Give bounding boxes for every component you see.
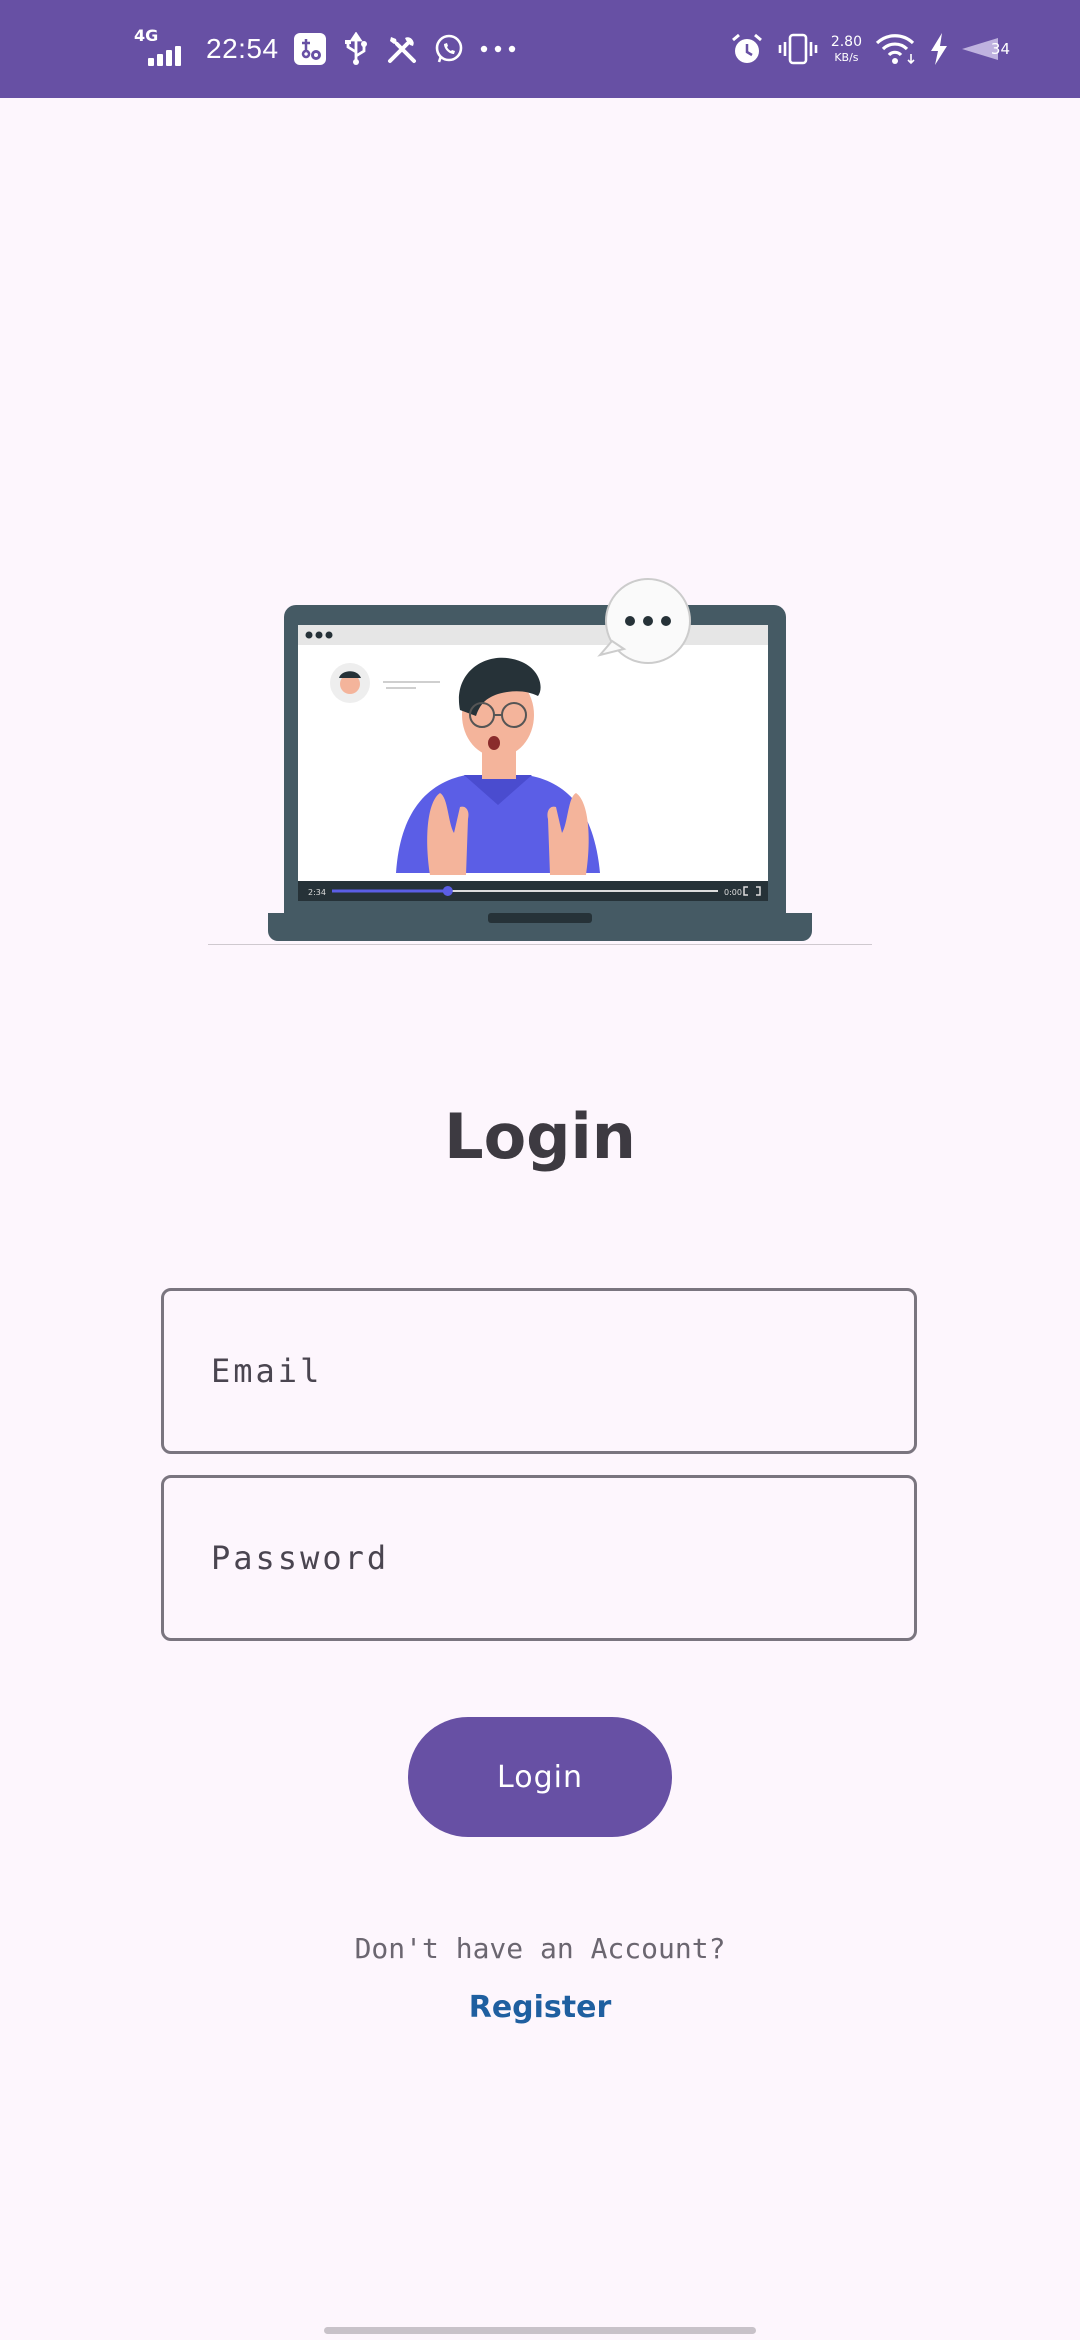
no-account-prompt: Don't have an Account? [354,1932,726,1965]
wifi-icon [874,32,916,66]
cellular-signal-icon: 4G [134,24,192,74]
vibrate-icon [777,32,819,66]
status-bar-left: 4G 22:54 [134,0,517,98]
video-call-illustration: 2:34 0:00 [208,578,872,945]
email-field[interactable]: Email [161,1288,917,1454]
status-bar: 4G 22:54 2.80 KB/s 34 [0,0,1080,98]
page-title: Login [444,1100,636,1173]
register-link[interactable]: Register [0,1990,1080,2025]
email-placeholder: Email [211,1352,323,1390]
player-progress-knob [442,886,453,896]
password-placeholder: Password [211,1539,390,1577]
whatsapp-icon [433,33,465,65]
status-bar-right: 2.80 KB/s 34 [729,0,1010,98]
password-field[interactable]: Password [161,1475,917,1641]
usb-icon [341,32,371,66]
usb-settings-icon [293,32,327,66]
network-speed: 2.80 KB/s [831,35,862,63]
speed-unit: KB/s [834,51,859,64]
player-elapsed-time: 2:34 [308,888,326,897]
home-indicator[interactable] [324,2327,756,2334]
more-dots-icon [479,44,517,54]
battery-icon: 34 [962,35,1010,63]
network-type: 4G [134,26,159,45]
tools-icon [385,32,419,66]
alarm-icon [729,31,765,67]
player-total-time: 0:00 [724,888,742,897]
speed-value: 2.80 [830,34,862,50]
charging-icon [928,32,950,66]
status-time: 22:54 [206,33,279,64]
battery-level: 34 [990,40,1010,58]
login-button[interactable]: Login [408,1717,672,1837]
